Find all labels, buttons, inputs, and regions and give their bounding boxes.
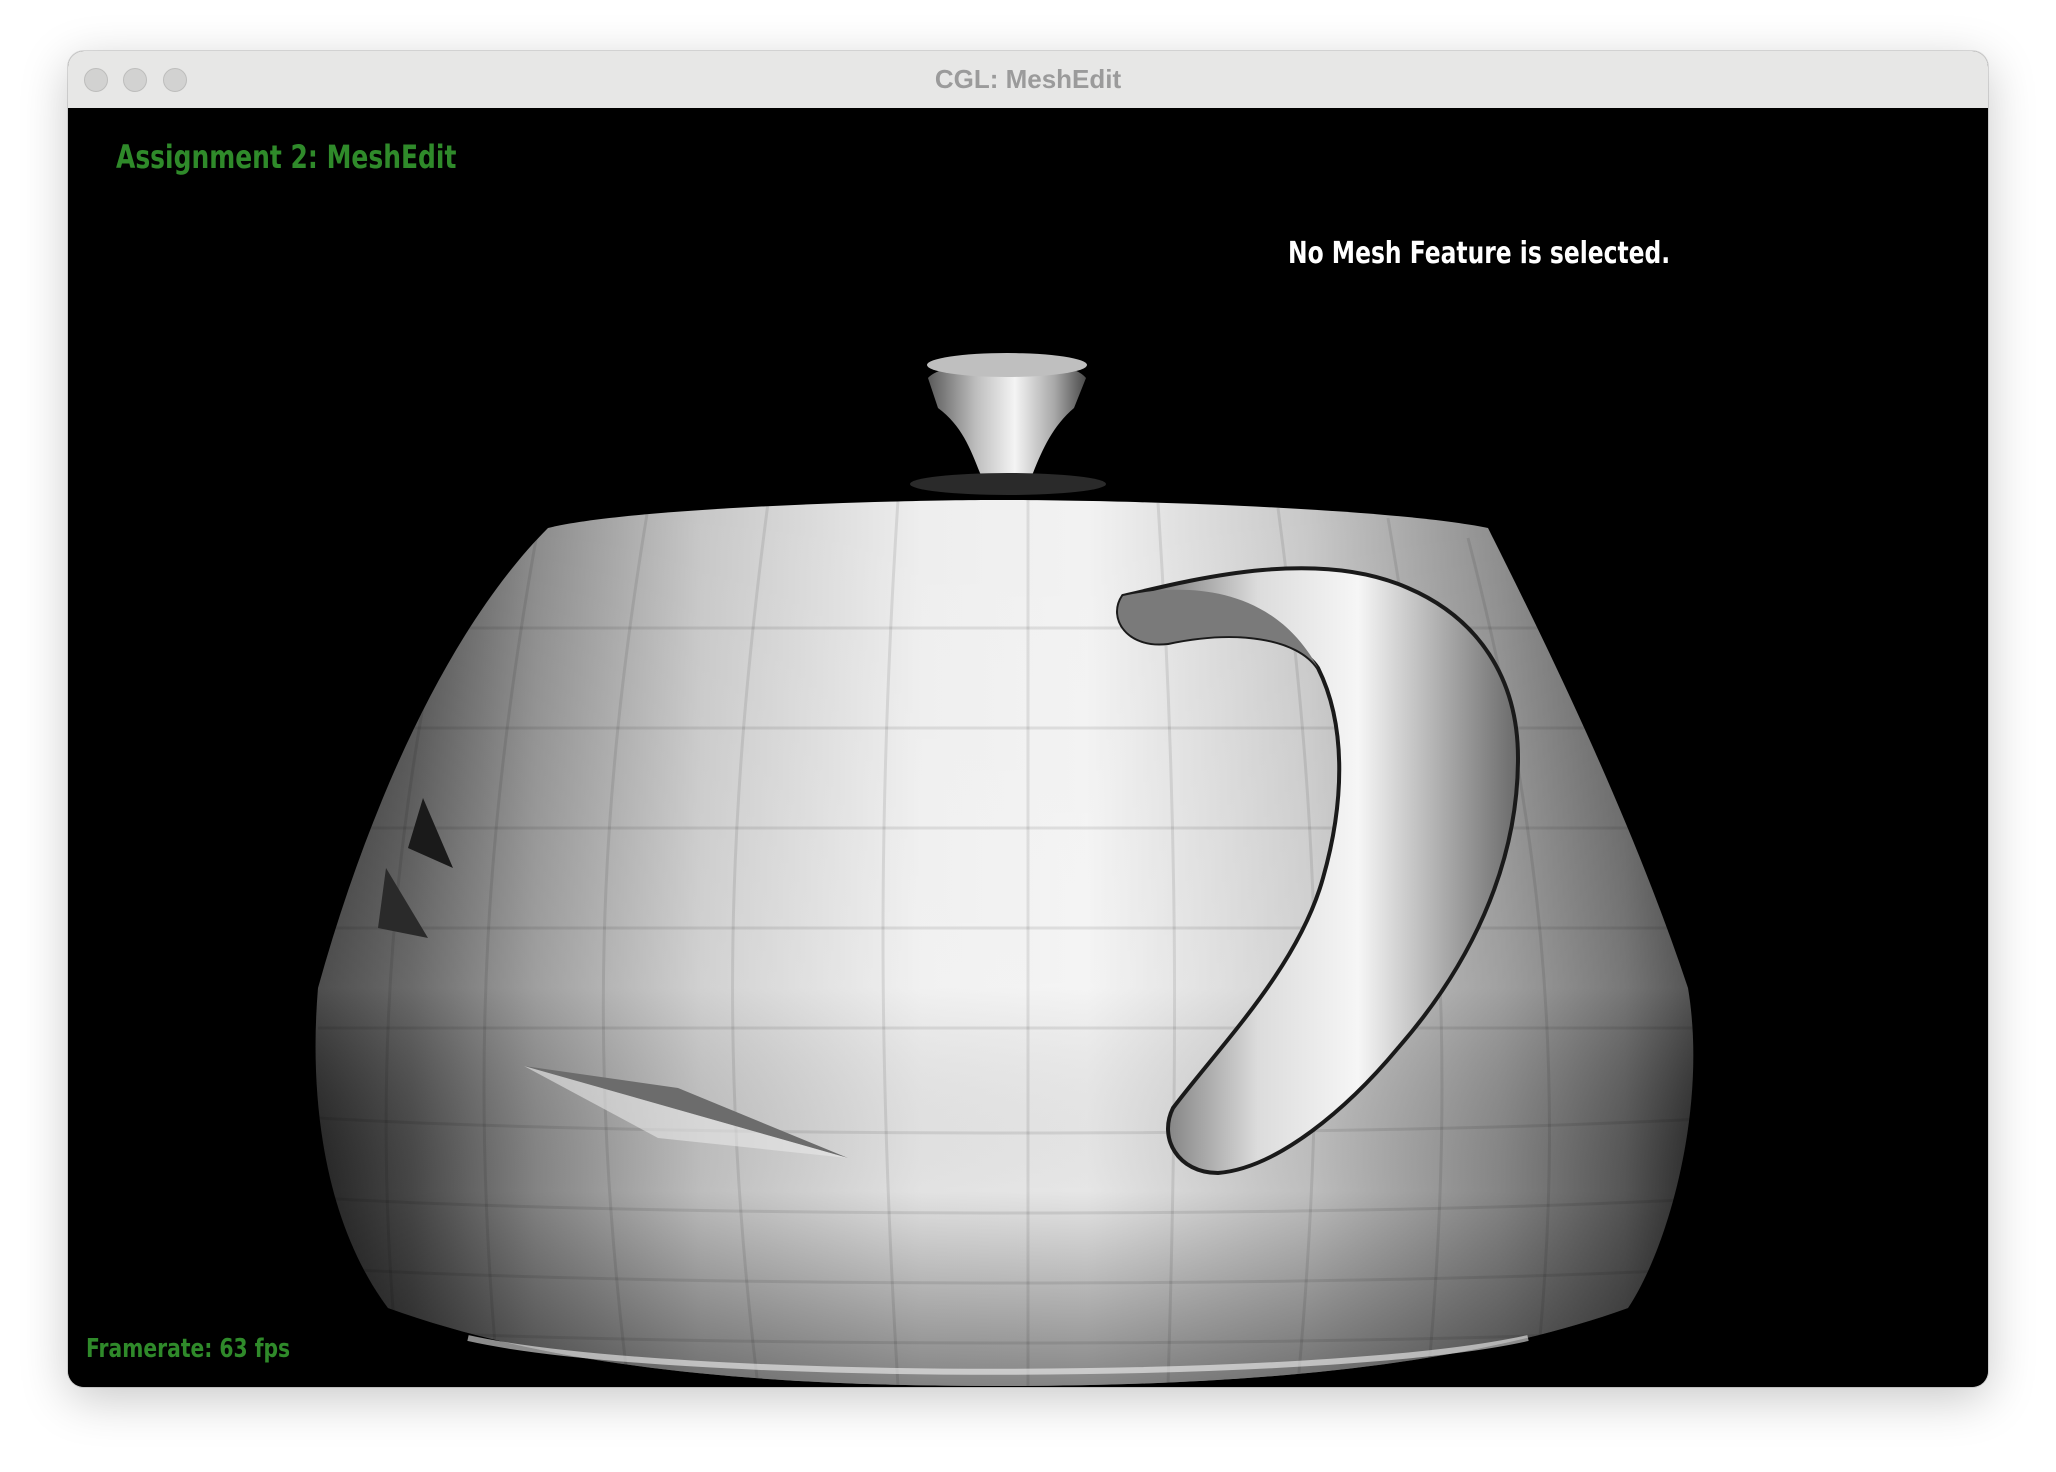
assignment-heading: Assignment 2: MeshEdit [116, 138, 457, 176]
teapot-body-shading [315, 500, 1694, 1386]
framerate-readout: Framerate: 63 fps [86, 1334, 291, 1364]
selection-status: No Mesh Feature is selected. [1288, 236, 1671, 271]
lid-rim [910, 473, 1106, 495]
teapot-mesh[interactable] [68, 108, 1988, 1387]
window-title: CGL: MeshEdit [934, 64, 1122, 94]
lid-knob [928, 360, 1086, 485]
app-window: CGL: MeshEdit Assignment 2: MeshEdit No … [68, 51, 1988, 1387]
knob-top [927, 353, 1087, 377]
render-viewport[interactable]: Assignment 2: MeshEdit No Mesh Feature i… [68, 108, 1988, 1387]
title-bar[interactable]: CGL: MeshEdit [68, 51, 1988, 109]
